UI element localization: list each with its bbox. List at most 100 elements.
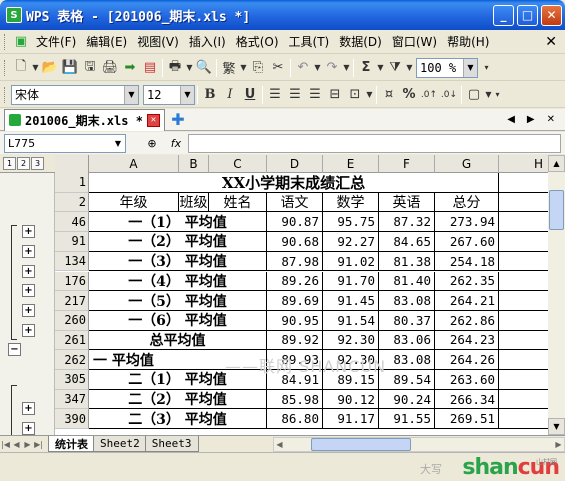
- underline-button[interactable]: U: [240, 85, 260, 105]
- menu-data[interactable]: 数据(D): [334, 33, 387, 50]
- wrap-text-icon[interactable]: ⊡: [345, 85, 365, 105]
- row-label[interactable]: 一（4） 平均值: [89, 271, 267, 292]
- cell-math[interactable]: 92.27: [323, 232, 379, 252]
- cell-chinese[interactable]: 90.87: [267, 212, 323, 233]
- cell-english[interactable]: 83.06: [379, 330, 435, 351]
- next-sheet-icon[interactable]: ▶: [22, 440, 33, 449]
- cell-math[interactable]: 91.45: [323, 291, 379, 311]
- percent-button[interactable]: %: [399, 85, 419, 105]
- bold-button[interactable]: B: [200, 85, 220, 105]
- row-header[interactable]: 217: [55, 291, 89, 311]
- sheet-tab-1[interactable]: 统计表: [48, 436, 95, 452]
- cell-math[interactable]: 90.12: [323, 389, 379, 410]
- align-left-icon[interactable]: ☰: [265, 85, 285, 105]
- scroll-left-icon[interactable]: ◀: [274, 440, 285, 449]
- header-chinese[interactable]: 语文: [267, 192, 323, 213]
- cell-math[interactable]: 91.54: [323, 310, 379, 331]
- font-size-select[interactable]: 12 ▼: [143, 84, 195, 105]
- horizontal-scroll-thumb[interactable]: [311, 437, 411, 451]
- pdf-icon[interactable]: ▤: [140, 58, 160, 78]
- cell-english[interactable]: 81.38: [379, 251, 435, 272]
- menu-file[interactable]: 文件(F): [31, 33, 81, 50]
- merge-center-icon[interactable]: ⊟: [325, 85, 345, 105]
- cell-math[interactable]: 95.75: [323, 212, 379, 233]
- scroll-up-icon[interactable]: ▲: [548, 155, 565, 172]
- expand-group-button[interactable]: +: [22, 225, 35, 238]
- last-sheet-icon[interactable]: ▶|: [33, 440, 44, 449]
- chevron-down-icon[interactable]: ▼: [463, 58, 477, 77]
- maximize-button[interactable]: □: [517, 4, 538, 26]
- open-folder-icon[interactable]: 📂: [40, 58, 60, 78]
- copy-icon[interactable]: ⎘: [248, 58, 268, 78]
- row-header[interactable]: 305: [55, 370, 89, 390]
- undo-icon[interactable]: ↶: [293, 58, 313, 78]
- align-right-icon[interactable]: ☰: [305, 85, 325, 105]
- row-header[interactable]: 176: [55, 271, 89, 292]
- row-label[interactable]: 总平均值: [89, 330, 267, 351]
- formula-input[interactable]: [188, 133, 561, 153]
- cell-h[interactable]: [499, 331, 548, 351]
- toolbar-grip[interactable]: [4, 86, 7, 103]
- cell-total[interactable]: 254.18: [435, 251, 499, 272]
- header-total[interactable]: 总分: [435, 192, 499, 213]
- header-grade[interactable]: 年级: [89, 192, 179, 213]
- row-header[interactable]: 91: [55, 232, 89, 252]
- vertical-scrollbar[interactable]: ▲ ▼: [548, 155, 565, 435]
- close-button[interactable]: ✕: [541, 4, 562, 26]
- menu-view[interactable]: 视图(V): [132, 33, 184, 50]
- zoom-formula-icon[interactable]: ⊕: [140, 137, 164, 150]
- wps-app-icon[interactable]: S: [6, 7, 22, 23]
- chevron-down-icon[interactable]: ▼: [405, 63, 414, 72]
- cell-english[interactable]: 91.55: [379, 409, 435, 430]
- vertical-scroll-thumb[interactable]: [549, 190, 564, 230]
- cell-english[interactable]: 90.24: [379, 389, 435, 410]
- convert-icon[interactable]: 繁: [219, 58, 239, 78]
- chevron-down-icon[interactable]: ▼: [111, 135, 125, 152]
- expand-group-button[interactable]: +: [22, 245, 35, 258]
- cell-chinese[interactable]: 90.68: [267, 232, 323, 252]
- menu-insert[interactable]: 插入(I): [184, 33, 231, 50]
- sheet-tab-2[interactable]: Sheet2: [93, 436, 147, 452]
- name-box[interactable]: L775 ▼: [4, 133, 126, 153]
- cell-h[interactable]: [499, 232, 548, 252]
- cell-total[interactable]: 263.60: [435, 370, 499, 390]
- new-tab-icon[interactable]: ✚: [169, 110, 187, 129]
- cell-total[interactable]: 262.35: [435, 271, 499, 292]
- row-header[interactable]: 262: [55, 350, 89, 370]
- column-header-d[interactable]: D: [267, 155, 323, 173]
- expand-group-button[interactable]: +: [22, 265, 35, 278]
- cell-chinese[interactable]: 89.92: [267, 330, 323, 351]
- new-file-icon[interactable]: 🗋: [11, 58, 31, 78]
- cell-english[interactable]: 81.40: [379, 271, 435, 292]
- cell-total[interactable]: 267.60: [435, 232, 499, 252]
- filter-icon[interactable]: ⧩: [385, 58, 405, 78]
- cell-math[interactable]: 91.02: [323, 251, 379, 272]
- row-label[interactable]: 二（3） 平均值: [89, 409, 267, 430]
- tab-scroll-left-icon[interactable]: ◀: [507, 114, 515, 125]
- scroll-right-icon[interactable]: ▶: [553, 440, 564, 449]
- row-header[interactable]: 261: [55, 330, 89, 351]
- cell-h[interactable]: [499, 291, 548, 311]
- app-menu-icon[interactable]: ▣: [11, 32, 31, 52]
- cell-total[interactable]: 262.86: [435, 310, 499, 331]
- row-header[interactable]: 2: [55, 192, 89, 213]
- cell-h[interactable]: [499, 370, 548, 390]
- font-name-select[interactable]: 宋体 ▼: [11, 84, 139, 105]
- cell-math[interactable]: 92.30: [323, 330, 379, 351]
- outline-level-2[interactable]: 2: [17, 157, 30, 170]
- cell-chinese[interactable]: 87.98: [267, 251, 323, 272]
- close-tab-icon[interactable]: ✕: [146, 113, 160, 127]
- cell-math[interactable]: 91.17: [323, 409, 379, 430]
- fx-icon[interactable]: fx: [164, 137, 188, 150]
- cell-h[interactable]: [499, 193, 548, 213]
- cell-total[interactable]: 266.34: [435, 389, 499, 410]
- sheet-title[interactable]: XX小学期末成绩汇总: [89, 173, 499, 193]
- row-label[interactable]: 一（5） 平均值: [89, 291, 267, 311]
- select-all-corner[interactable]: [55, 155, 89, 173]
- chevron-down-icon[interactable]: ▼: [124, 85, 138, 104]
- row-header[interactable]: 134: [55, 251, 89, 272]
- cell-h[interactable]: [499, 409, 548, 430]
- export-icon[interactable]: ➡: [120, 58, 140, 78]
- document-tab[interactable]: 201006_期末.xls * ✕: [4, 108, 165, 131]
- row-header[interactable]: 260: [55, 310, 89, 331]
